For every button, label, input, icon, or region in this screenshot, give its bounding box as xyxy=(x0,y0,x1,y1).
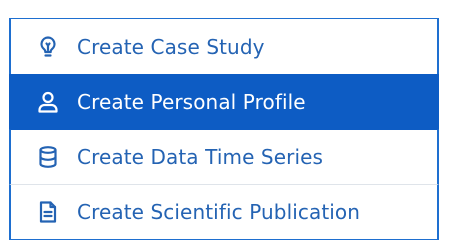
menu-item-label: Create Personal Profile xyxy=(77,90,306,114)
user-icon xyxy=(35,89,61,115)
menu-item-create-case-study[interactable]: Create Case Study xyxy=(9,19,439,74)
create-menu: Create Case Study Create Personal Profil… xyxy=(9,18,439,240)
menu-item-label: Create Case Study xyxy=(77,34,265,59)
menu-item-create-data-time-series[interactable]: Create Data Time Series xyxy=(9,129,439,184)
menu-item-label: Create Scientific Publication xyxy=(77,200,361,224)
menu-item-create-scientific-publication[interactable]: Create Scientific Publication xyxy=(9,184,439,239)
database-icon xyxy=(35,144,61,170)
document-icon xyxy=(35,199,61,225)
menu-item-create-personal-profile[interactable]: Create Personal Profile xyxy=(9,74,439,129)
lightbulb-icon xyxy=(35,34,61,60)
menu-item-label: Create Data Time Series xyxy=(77,145,324,169)
